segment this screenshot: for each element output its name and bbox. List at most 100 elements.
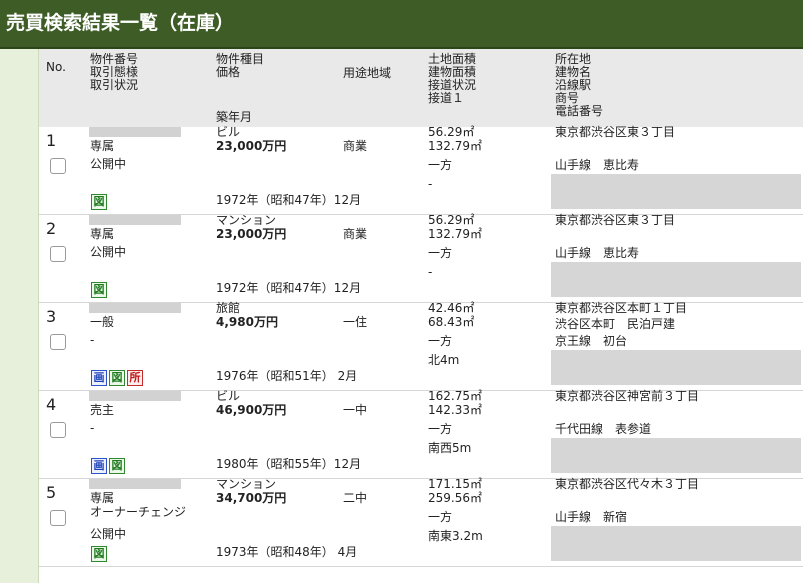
zoning: 一住 xyxy=(343,315,368,329)
building-area: 132.79㎡ xyxy=(428,227,482,241)
row-checkbox[interactable] xyxy=(50,158,66,174)
floorplan-icon[interactable]: 図 xyxy=(91,194,107,210)
property-number-redacted xyxy=(89,479,181,489)
price: 34,700万円 xyxy=(216,491,287,505)
floorplan-icon[interactable]: 図 xyxy=(91,282,107,298)
land-area: 171.15㎡ xyxy=(428,477,482,491)
header-col-e: 所在地 建物名 沿線駅 商号 電話番号 xyxy=(555,52,604,118)
header-col-a: 物件番号 取引態様 取引状況 xyxy=(90,52,139,92)
document-icons: 図 xyxy=(91,282,107,298)
road-access-1: 北4m xyxy=(428,353,460,367)
header-zone: 用途地域 xyxy=(343,66,392,80)
transaction-status: 公開中 xyxy=(90,245,127,259)
zoning: 二中 xyxy=(343,491,368,505)
built-date: 1973年（昭和48年） 4月 xyxy=(216,545,358,559)
row-checkbox[interactable] xyxy=(50,246,66,262)
property-number-redacted xyxy=(89,215,181,225)
transaction-type: 売主 xyxy=(90,403,115,417)
transaction-status: 公開中 xyxy=(90,527,127,541)
built-date: 1972年（昭和47年）12月 xyxy=(216,281,362,295)
location-icon[interactable]: 所 xyxy=(127,370,143,386)
row-number: 5 xyxy=(46,483,57,502)
building-area: 142.33㎡ xyxy=(428,403,482,417)
property-number-redacted xyxy=(89,127,181,137)
property-type: マンション xyxy=(216,213,277,227)
header-built: 築年月 xyxy=(216,110,253,124)
row-checkbox[interactable] xyxy=(50,334,66,350)
property-number-redacted xyxy=(89,391,181,401)
zoning: 商業 xyxy=(343,227,368,241)
road-access-1: 南西5m xyxy=(428,441,472,455)
transaction-status: - xyxy=(90,421,95,435)
address: 東京都渋谷区本町１丁目 xyxy=(555,301,688,315)
company-phone-redacted xyxy=(551,438,801,473)
address: 東京都渋谷区神宮前３丁目 xyxy=(555,389,700,403)
company-phone-redacted xyxy=(551,174,801,209)
road-access-1: - xyxy=(428,265,433,279)
price: 46,900万円 xyxy=(216,403,287,417)
price: 23,000万円 xyxy=(216,139,287,153)
floorplan-icon[interactable]: 図 xyxy=(91,546,107,562)
land-area: 42.46㎡ xyxy=(428,301,475,315)
transaction-type-sub: オーナーチェンジ xyxy=(90,505,187,519)
built-date: 1976年（昭和51年） 2月 xyxy=(216,369,358,383)
road-access: 一方 xyxy=(428,158,453,172)
company-phone-redacted xyxy=(551,526,801,561)
station: 山手線 恵比寿 xyxy=(555,246,640,260)
address: 東京都渋谷区東３丁目 xyxy=(555,213,676,227)
road-access: 一方 xyxy=(428,422,453,436)
property-type: 旅館 xyxy=(216,301,241,315)
building-name: 渋谷区本町 民泊戸建 xyxy=(555,317,676,331)
transaction-status: - xyxy=(90,333,95,347)
building-area: 132.79㎡ xyxy=(428,139,482,153)
property-type: マンション xyxy=(216,477,277,491)
land-area: 56.29㎡ xyxy=(428,213,475,227)
row-number: 1 xyxy=(46,131,57,150)
row-number: 2 xyxy=(46,219,57,238)
page-title: 売買検索結果一覧（在庫） xyxy=(0,0,803,49)
table-row[interactable]: 5 専属 オーナーチェンジ 公開中 マンション 34,700万円 二中 1973年（昭和48年… xyxy=(39,477,803,567)
sidebar xyxy=(0,49,39,583)
document-icons: 画図 xyxy=(91,458,125,474)
building-area: 68.43㎡ xyxy=(428,315,475,329)
header-col-b: 物件種目 価格 xyxy=(216,52,265,79)
row-number: 3 xyxy=(46,307,57,326)
zoning: 商業 xyxy=(343,139,368,153)
table-header: No. 物件番号 取引態様 取引状況 物件種目 価格 築年月 用途地域 土地面積 建物面… xyxy=(39,49,803,127)
built-date: 1972年（昭和47年）12月 xyxy=(216,193,362,207)
floorplan-icon[interactable]: 図 xyxy=(109,370,125,386)
land-area: 56.29㎡ xyxy=(428,125,475,139)
document-icons: 図 xyxy=(91,194,107,210)
company-phone-redacted xyxy=(551,350,801,385)
table-row[interactable]: 2 専属 公開中 マンション 23,000万円 商業 1972年（昭和47年）12月 56.2… xyxy=(39,213,803,303)
road-access: 一方 xyxy=(428,510,453,524)
road-access-1: - xyxy=(428,177,433,191)
station: 山手線 恵比寿 xyxy=(555,158,640,172)
row-checkbox[interactable] xyxy=(50,510,66,526)
photo-icon[interactable]: 画 xyxy=(91,370,107,386)
transaction-status: 公開中 xyxy=(90,157,127,171)
company-phone-redacted xyxy=(551,262,801,297)
table-row[interactable]: 3 一般 - 旅館 4,980万円 一住 1976年（昭和51年） 2月 42.46㎡ 68.4… xyxy=(39,301,803,391)
station: 京王線 初台 xyxy=(555,334,628,348)
road-access: 一方 xyxy=(428,246,453,260)
property-type: ビル xyxy=(216,125,241,139)
document-icons: 画図所 xyxy=(91,370,143,386)
table-body: 1 専属 公開中 ビル 23,000万円 商業 1972年（昭和47年）12月 56.29㎡ 1… xyxy=(39,125,803,567)
built-date: 1980年（昭和55年）12月 xyxy=(216,457,362,471)
zoning: 一中 xyxy=(343,403,368,417)
road-access: 一方 xyxy=(428,334,453,348)
header-no: No. xyxy=(46,60,66,74)
results-table: No. 物件番号 取引態様 取引状況 物件種目 価格 築年月 用途地域 土地面積 建物面… xyxy=(39,49,803,583)
address: 東京都渋谷区代々木３丁目 xyxy=(555,477,700,491)
photo-icon[interactable]: 画 xyxy=(91,458,107,474)
station: 千代田線 表参道 xyxy=(555,422,652,436)
row-checkbox[interactable] xyxy=(50,422,66,438)
table-row[interactable]: 4 売主 - ビル 46,900万円 一中 1980年（昭和55年）12月 162.75㎡ 14… xyxy=(39,389,803,479)
floorplan-icon[interactable]: 図 xyxy=(109,458,125,474)
price: 23,000万円 xyxy=(216,227,287,241)
table-row[interactable]: 1 専属公開中 ビル 23,000万円 商業 1972年（昭和47年）12月 56.29㎡ 1… xyxy=(39,125,803,215)
address: 東京都渋谷区東３丁目 xyxy=(555,125,676,139)
transaction-type: 専属 xyxy=(90,139,115,153)
row-number: 4 xyxy=(46,395,57,414)
